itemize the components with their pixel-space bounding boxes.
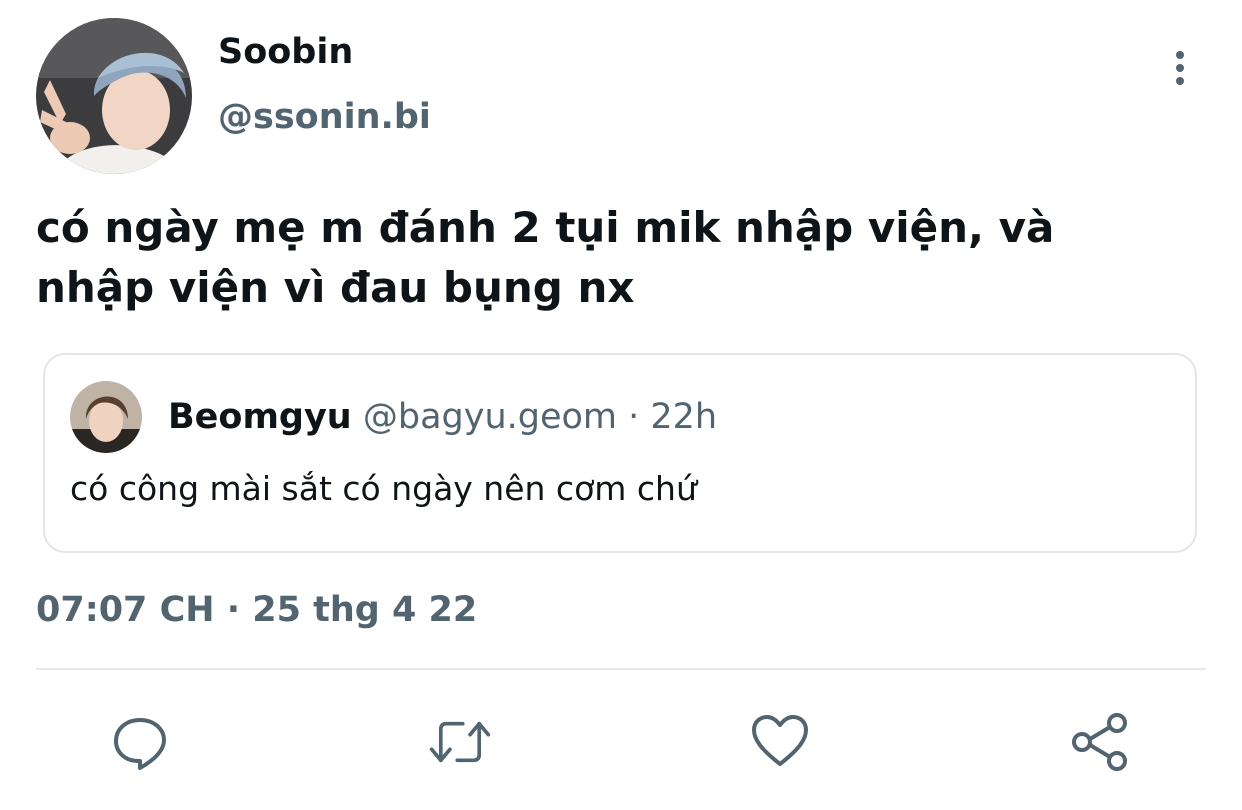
divider bbox=[36, 668, 1206, 670]
author-handle[interactable]: @ssonin.bi bbox=[218, 97, 431, 137]
author-avatar[interactable] bbox=[36, 18, 192, 174]
quoted-tweet-text: có công mài sắt có ngày nên cơm chứ bbox=[70, 469, 697, 508]
tweet-timestamp[interactable]: 07:07 CH · 25 thg 4 22 bbox=[36, 590, 477, 630]
author-avatar-image bbox=[36, 18, 192, 174]
reply-button[interactable] bbox=[108, 710, 172, 774]
share-icon bbox=[1072, 713, 1127, 771]
quoted-author-display-name[interactable]: Beomgyu bbox=[168, 397, 352, 437]
quoted-tweet-header: Beomgyu @bagyu.geom · 22h bbox=[168, 395, 717, 439]
retweet-icon bbox=[429, 721, 491, 763]
author-display-name[interactable]: Soobin bbox=[218, 32, 353, 72]
more-vertical-icon-dot bbox=[1176, 64, 1184, 72]
heart-icon bbox=[752, 715, 808, 766]
quoted-author-avatar[interactable] bbox=[70, 381, 142, 453]
quoted-author-avatar-image bbox=[70, 381, 142, 453]
reply-icon bbox=[114, 718, 166, 770]
tweet-text: có ngày mẹ m đánh 2 tụi mik nhập viện, v… bbox=[36, 203, 1055, 312]
retweet-button[interactable] bbox=[428, 710, 492, 774]
more-vertical-icon bbox=[1176, 51, 1184, 59]
quoted-author-meta: @bagyu.geom · 22h bbox=[362, 397, 718, 437]
quoted-tweet-card[interactable]: Beomgyu @bagyu.geom · 22h có công mài sắ… bbox=[43, 353, 1197, 553]
more-options-button[interactable] bbox=[1160, 44, 1200, 92]
share-button[interactable] bbox=[1068, 710, 1132, 774]
like-button[interactable] bbox=[748, 710, 812, 774]
more-vertical-icon-dot bbox=[1176, 77, 1184, 85]
